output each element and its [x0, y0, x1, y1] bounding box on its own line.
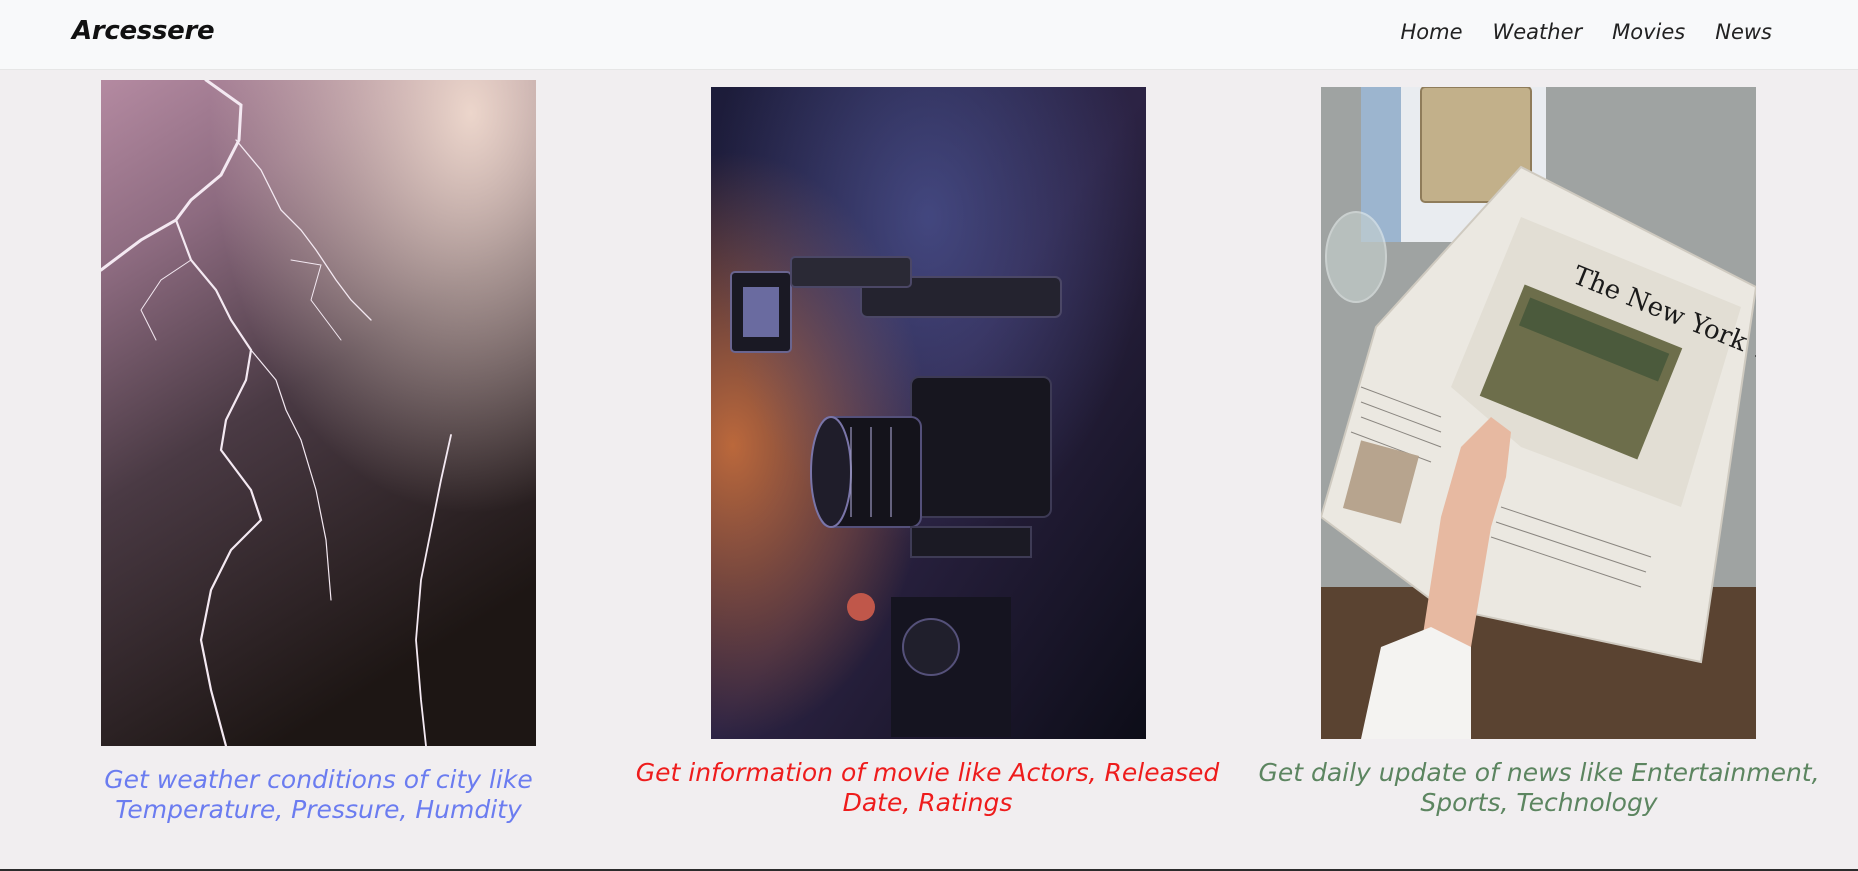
- nav-links: Home Weather Movies News: [1400, 20, 1772, 44]
- nav-movies-link[interactable]: Movies: [1612, 20, 1685, 44]
- cinema-camera-photo: [711, 87, 1146, 739]
- movies-caption: Get information of movie like Actors, Re…: [635, 758, 1220, 817]
- navbar: Arcessere Home Weather Movies News: [0, 0, 1858, 70]
- brand-logo[interactable]: Arcessere: [72, 16, 215, 46]
- nav-news-link[interactable]: News: [1715, 20, 1772, 44]
- lightning-storm-photo: [101, 80, 536, 746]
- nav-weather-link[interactable]: Weather: [1493, 20, 1583, 44]
- newspaper-on-table-photo: The New York Times: [1321, 87, 1756, 739]
- nav-home-link[interactable]: Home: [1400, 20, 1462, 44]
- weather-caption: Get weather conditions of city like Temp…: [104, 765, 533, 824]
- news-caption: Get daily update of news like Entertainm…: [1258, 758, 1820, 817]
